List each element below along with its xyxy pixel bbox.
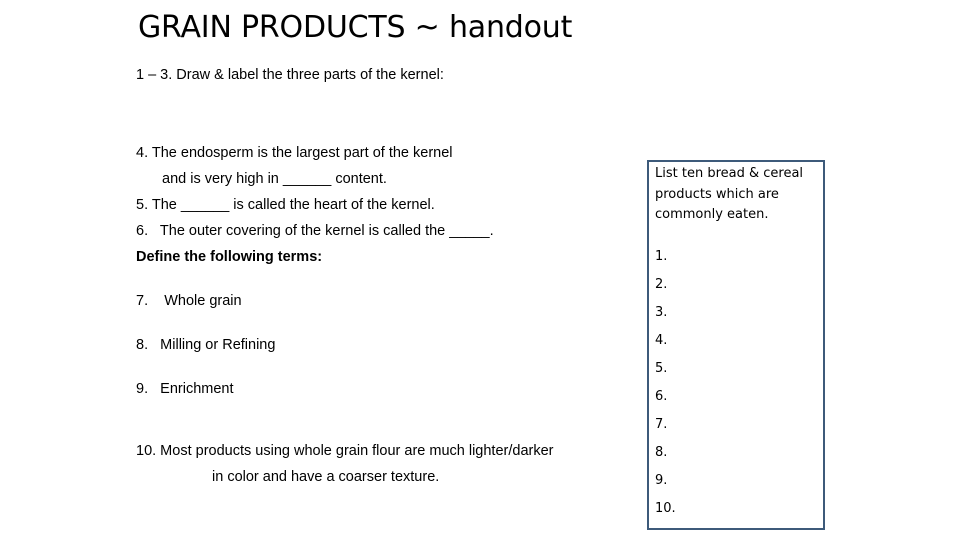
- question-9: 9. Enrichment: [136, 381, 234, 397]
- list-item[interactable]: 6.: [655, 387, 819, 415]
- list-item[interactable]: 5.: [655, 359, 819, 387]
- list-ten-products-box: List ten bread & cereal products which a…: [647, 160, 825, 530]
- questions-column: 1 – 3. Draw & label the three parts of t…: [136, 62, 656, 490]
- question-8: 8. Milling or Refining: [136, 337, 276, 353]
- question-5: 5. The ______ is called the heart of the…: [136, 197, 435, 213]
- list-box-prompt: List ten bread & cereal products which a…: [655, 166, 804, 222]
- list-box-items: 1. 2. 3. 4. 5. 6. 7. 8. 9. 10.: [655, 247, 819, 527]
- slide-canvas: GRAIN PRODUCTS ~ handout 1 – 3. Draw & l…: [0, 0, 960, 540]
- spacer-before-q7: [136, 270, 656, 288]
- list-item[interactable]: 9.: [655, 471, 819, 499]
- page-title: GRAIN PRODUCTS ~ handout: [138, 10, 573, 45]
- question-10-line-1: 10. Most products using whole grain flou…: [136, 443, 554, 459]
- list-item[interactable]: 7.: [655, 415, 819, 443]
- question-10-line-2: in color and have a coarser texture.: [212, 469, 440, 485]
- question-1-3: 1 – 3. Draw & label the three parts of t…: [136, 67, 444, 83]
- list-item[interactable]: 10.: [655, 499, 819, 527]
- list-item[interactable]: 4.: [655, 331, 819, 359]
- spacer-after-q8: [136, 358, 656, 376]
- list-item[interactable]: 8.: [655, 443, 819, 471]
- list-box-content: List ten bread & cereal products which a…: [655, 164, 819, 527]
- question-7: 7. Whole grain: [136, 293, 242, 309]
- define-terms-heading: Define the following terms:: [136, 249, 323, 265]
- question-6: 6. The outer covering of the kernel is c…: [136, 223, 494, 239]
- list-item[interactable]: 1.: [655, 247, 819, 275]
- spacer-before-q10: [136, 420, 656, 438]
- spacer-draw-area: [136, 88, 656, 140]
- question-4-line-1: 4. The endosperm is the largest part of …: [136, 145, 453, 161]
- spacer-after-q9: [136, 402, 656, 420]
- list-item[interactable]: 3.: [655, 303, 819, 331]
- spacer-after-q7: [136, 314, 656, 332]
- list-item[interactable]: 2.: [655, 275, 819, 303]
- question-4-line-2: and is very high in ______ content.: [162, 171, 387, 187]
